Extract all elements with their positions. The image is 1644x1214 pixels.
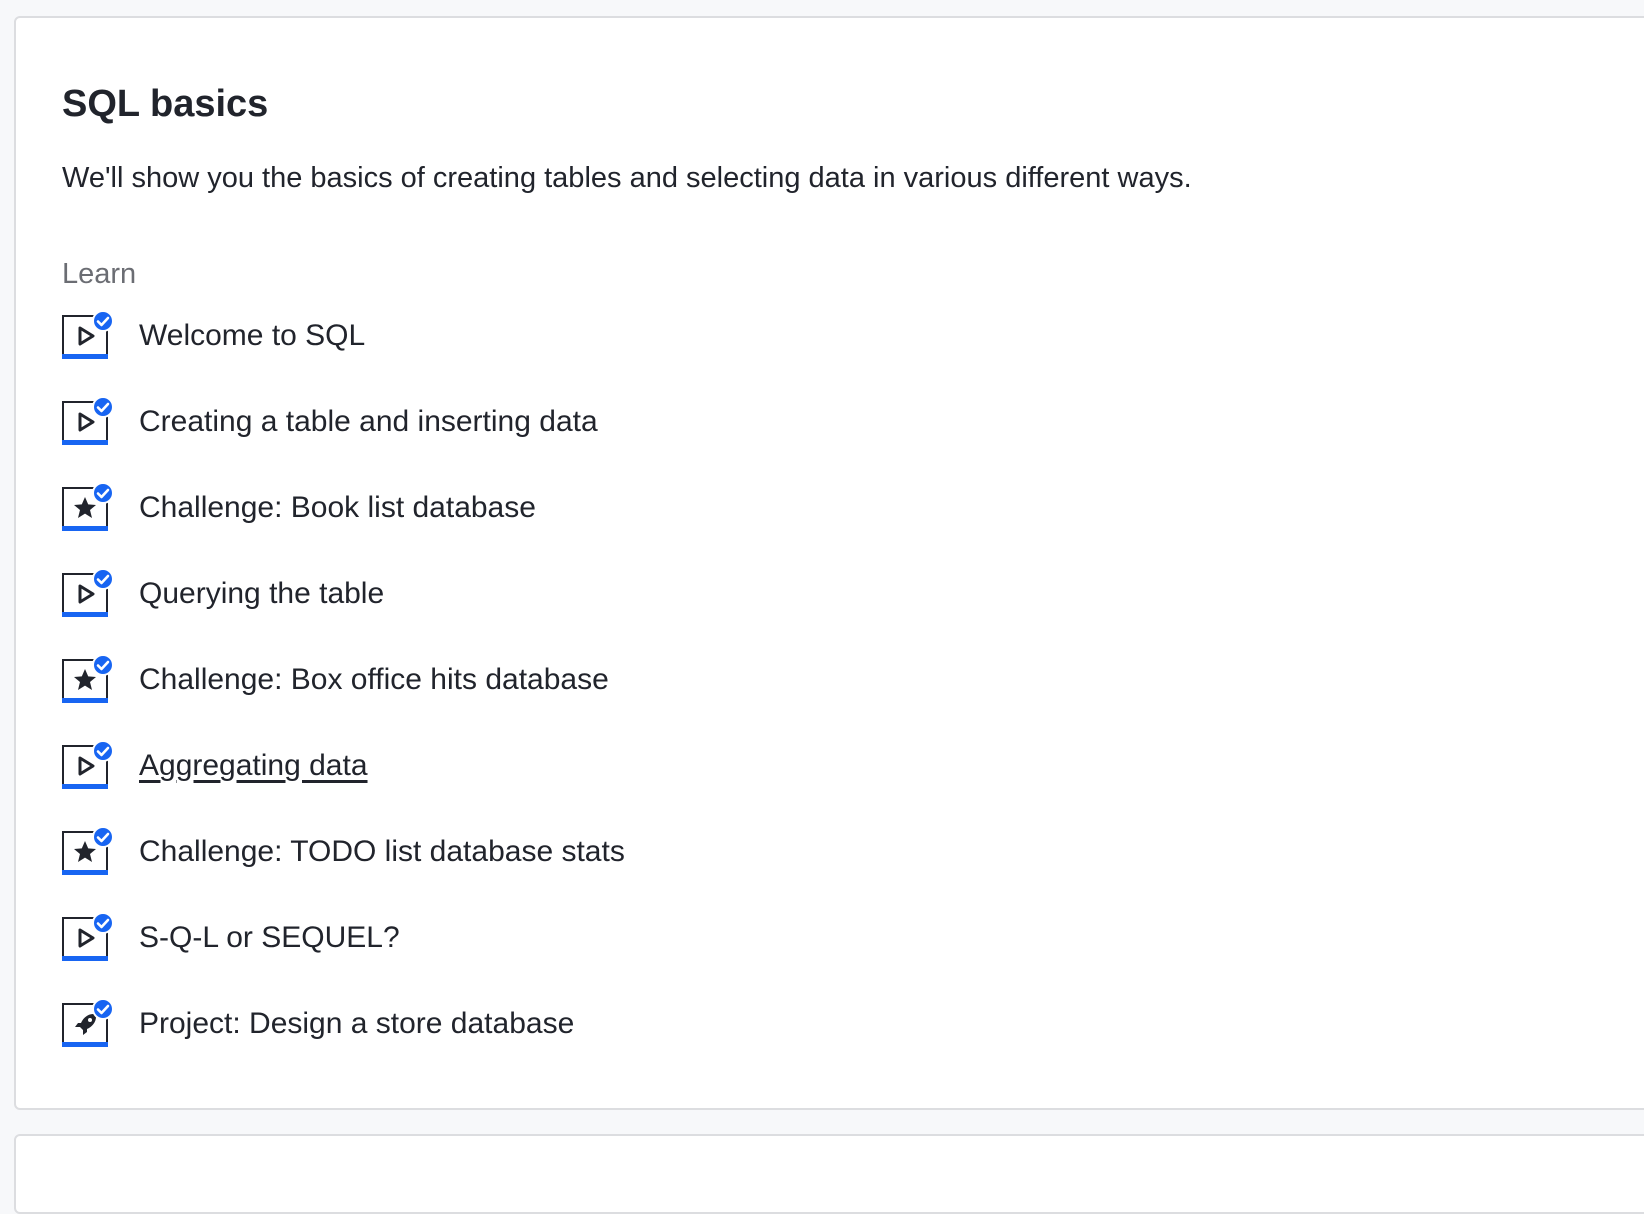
lesson-label: Welcome to SQL: [139, 319, 366, 352]
lesson-item-project-store-database[interactable]: Project: Design a store database: [62, 996, 1062, 1052]
video-icon: [62, 912, 114, 964]
lesson-label: Creating a table and inserting data: [139, 405, 598, 438]
lesson-item-challenge-book-list[interactable]: Challenge: Book list database: [62, 480, 1062, 536]
next-unit-card: [14, 1134, 1644, 1214]
lesson-item-sql-or-sequel[interactable]: S-Q-L or SEQUEL?: [62, 910, 1062, 966]
project-rocket-icon: [62, 998, 114, 1050]
challenge-star-icon: [62, 826, 114, 878]
lesson-label: Aggregating data: [139, 749, 368, 782]
page-background: [0, 0, 1644, 16]
lesson-item-challenge-box-office[interactable]: Challenge: Box office hits database: [62, 652, 1062, 708]
challenge-star-icon: [62, 482, 114, 534]
lesson-label: Project: Design a store database: [139, 1007, 575, 1040]
lesson-item-creating-table[interactable]: Creating a table and inserting data: [62, 394, 1062, 450]
lesson-item-welcome-to-sql[interactable]: Welcome to SQL: [62, 308, 1062, 364]
challenge-star-icon: [62, 654, 114, 706]
lesson-item-aggregating-data[interactable]: Aggregating data: [62, 738, 1062, 794]
section-label-learn: Learn: [62, 258, 137, 290]
unit-card: SQL basics We'll show you the basics of …: [14, 16, 1644, 1110]
lesson-label: Querying the table: [139, 577, 385, 610]
lesson-item-querying-table[interactable]: Querying the table: [62, 566, 1062, 622]
lesson-label: Challenge: TODO list database stats: [139, 835, 625, 868]
video-icon: [62, 568, 114, 620]
lesson-label: Challenge: Book list database: [139, 491, 536, 524]
lesson-label: S-Q-L or SEQUEL?: [139, 921, 400, 954]
lesson-item-challenge-todo-list[interactable]: Challenge: TODO list database stats: [62, 824, 1062, 880]
unit-description: We'll show you the basics of creating ta…: [62, 162, 1192, 194]
video-icon: [62, 740, 114, 792]
video-icon: [62, 310, 114, 362]
unit-title: SQL basics: [62, 83, 269, 125]
lesson-label: Challenge: Box office hits database: [139, 663, 609, 696]
video-icon: [62, 396, 114, 448]
